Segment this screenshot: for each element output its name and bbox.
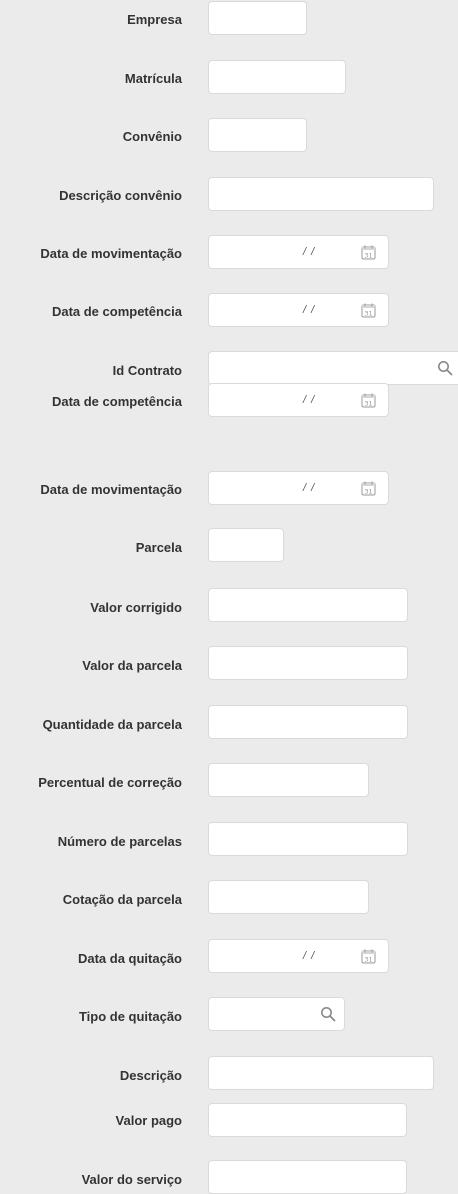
tipo-quitacao-field[interactable] <box>208 997 345 1031</box>
valor-parcela-label: Valor da parcela <box>82 658 182 673</box>
id-contrato-input[interactable] <box>209 352 458 384</box>
svg-text:31: 31 <box>364 251 372 259</box>
numero-parcelas-field[interactable] <box>208 822 408 856</box>
valor-parcela-input[interactable] <box>209 647 407 679</box>
valor-servico-field[interactable] <box>208 1160 407 1194</box>
numero-parcelas-input[interactable] <box>209 823 407 855</box>
empresa-field[interactable] <box>208 1 307 35</box>
percentual-correcao-input[interactable] <box>209 764 368 796</box>
cotacao-parcela-label: Cotação da parcela <box>62 892 182 907</box>
descricao-field[interactable] <box>208 1056 434 1090</box>
valor-servico-input[interactable] <box>209 1161 406 1193</box>
empresa-label: Empresa <box>127 12 182 27</box>
calendar-icon[interactable]: 31 <box>361 393 376 408</box>
parcela-field[interactable] <box>208 528 284 562</box>
data-quitacao-label: Data da quitação <box>77 951 182 966</box>
svg-text:31: 31 <box>364 955 372 963</box>
data-movimentacao-2-field[interactable]: / / 31 <box>208 471 389 505</box>
id-contrato-label: Id Contrato <box>112 363 182 378</box>
convenio-label: Convênio <box>122 129 182 144</box>
data-competencia-2-field[interactable]: / / 31 <box>208 383 389 417</box>
data-quitacao-field[interactable]: / / 31 <box>208 939 389 973</box>
parcela-label: Parcela <box>135 540 182 555</box>
valor-corrigido-field[interactable] <box>208 588 408 622</box>
cotacao-parcela-input[interactable] <box>209 881 368 913</box>
quantidade-parcela-field[interactable] <box>208 705 408 739</box>
empresa-input[interactable] <box>209 2 306 34</box>
valor-corrigido-input[interactable] <box>209 589 407 621</box>
data-movimentacao-2-label: Data de movimentação <box>40 482 182 497</box>
parcela-input[interactable] <box>209 529 283 561</box>
calendar-icon[interactable]: 31 <box>361 949 376 964</box>
search-icon[interactable] <box>320 1006 336 1022</box>
data-movimentacao-2-value[interactable]: / / <box>303 481 315 495</box>
tipo-quitacao-label: Tipo de quitação <box>78 1009 182 1024</box>
valor-pago-input[interactable] <box>209 1104 406 1136</box>
valor-parcela-field[interactable] <box>208 646 408 680</box>
data-competencia-1-label: Data de competência <box>51 304 182 319</box>
descricao-convenio-field[interactable] <box>208 177 434 211</box>
matricula-input[interactable] <box>209 61 345 93</box>
data-competencia-2-value[interactable]: / / <box>303 393 315 407</box>
valor-pago-field[interactable] <box>208 1103 407 1137</box>
percentual-correcao-label: Percentual de correção <box>38 775 182 790</box>
calendar-icon[interactable]: 31 <box>361 481 376 496</box>
data-competencia-2-label: Data de competência <box>51 394 182 409</box>
descricao-convenio-input[interactable] <box>209 178 433 210</box>
data-quitacao-value[interactable]: / / <box>303 949 315 963</box>
matricula-label: Matrícula <box>124 71 182 86</box>
matricula-field[interactable] <box>208 60 346 94</box>
convenio-field[interactable] <box>208 118 307 152</box>
svg-text:31: 31 <box>364 309 372 317</box>
valor-servico-label: Valor do serviço <box>81 1172 182 1187</box>
data-competencia-1-value[interactable]: / / <box>303 303 315 317</box>
cotacao-parcela-field[interactable] <box>208 880 369 914</box>
data-movimentacao-1-field[interactable]: / / 31 <box>208 235 389 269</box>
data-movimentacao-1-label: Data de movimentação <box>40 246 182 261</box>
data-competencia-1-field[interactable]: / / 31 <box>208 293 389 327</box>
percentual-correcao-field[interactable] <box>208 763 369 797</box>
descricao-convenio-label: Descrição convênio <box>59 188 182 203</box>
valor-pago-label: Valor pago <box>115 1113 182 1128</box>
svg-text:31: 31 <box>364 399 372 407</box>
data-movimentacao-1-value[interactable]: / / <box>303 245 315 259</box>
search-icon[interactable] <box>437 360 453 376</box>
descricao-input[interactable] <box>209 1057 433 1089</box>
convenio-input[interactable] <box>209 119 306 151</box>
calendar-icon[interactable]: 31 <box>361 245 376 260</box>
descricao-label: Descrição <box>119 1068 182 1083</box>
quantidade-parcela-input[interactable] <box>209 706 407 738</box>
numero-parcelas-label: Número de parcelas <box>57 834 182 849</box>
id-contrato-field[interactable] <box>208 351 458 385</box>
calendar-icon[interactable]: 31 <box>361 303 376 318</box>
quantidade-parcela-label: Quantidade da parcela <box>42 717 182 732</box>
svg-text:31: 31 <box>364 487 372 495</box>
valor-corrigido-label: Valor corrigido <box>90 600 182 615</box>
